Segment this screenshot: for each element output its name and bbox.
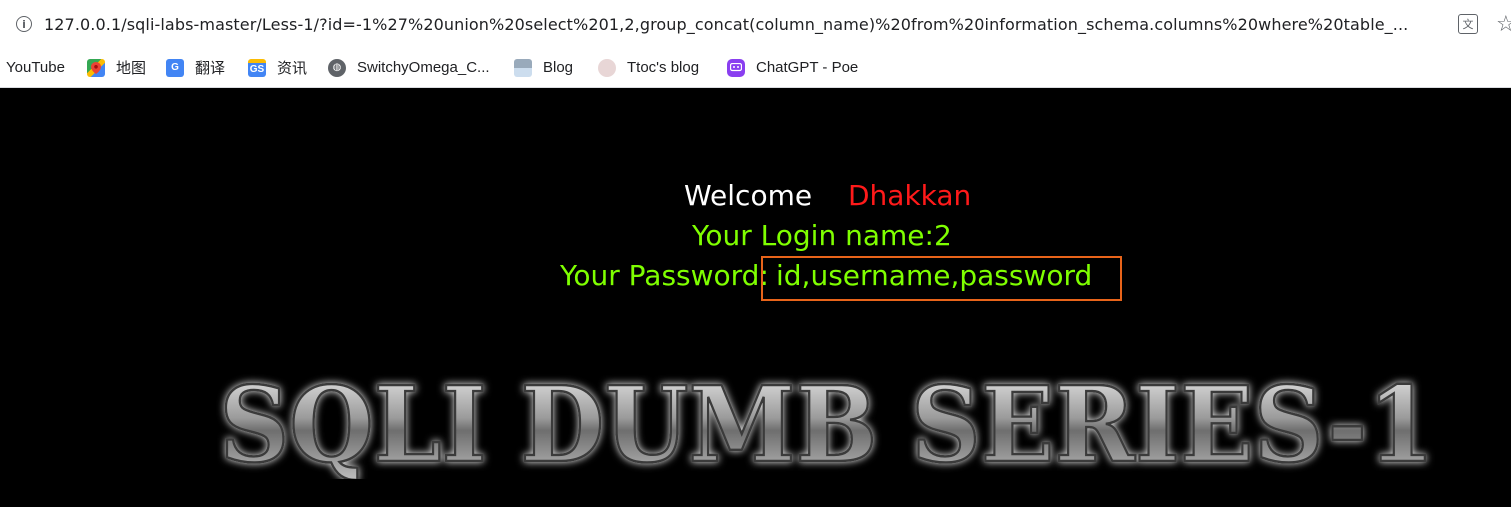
bookmark-chatgpt-poe[interactable]: ChatGPT - Poe	[727, 58, 859, 77]
maps-icon	[87, 58, 105, 77]
bookmark-news[interactable]: GS 资讯	[248, 57, 307, 78]
news-icon: GS	[248, 58, 266, 77]
bookmark-label: 资讯	[277, 60, 308, 77]
bookmark-ttoc-blog[interactable]: Ttoc's blog	[598, 58, 700, 77]
avatar-icon	[598, 58, 616, 77]
bookmark-label: 翻译	[195, 60, 226, 77]
bookmark-maps[interactable]: 地图	[87, 57, 146, 78]
translate-icon: G	[166, 58, 184, 77]
highlight-box	[761, 256, 1122, 301]
site-info-icon[interactable]: i	[16, 16, 32, 32]
page-content: Welcome Dhakkan Your Login name:2 Your P…	[0, 89, 1511, 507]
bookmark-youtube[interactable]: YouTube	[6, 59, 65, 76]
password-label: Your Password:	[560, 259, 769, 292]
url-field[interactable]: 127.0.0.1/sqli-labs-master/Less-1/?id=-1…	[44, 15, 1442, 34]
bookmark-translate[interactable]: G 翻译	[166, 57, 225, 78]
address-bar: i 127.0.0.1/sqli-labs-master/Less-1/?id=…	[0, 0, 1511, 48]
bookmark-label: Ttoc's blog	[627, 59, 700, 76]
globe-icon: ◍	[328, 58, 346, 77]
login-name-text: Your Login name:2	[692, 219, 952, 252]
bookmark-label: YouTube	[6, 59, 65, 76]
bookmark-label: 地图	[116, 60, 147, 77]
bookmark-label: ChatGPT - Poe	[756, 59, 859, 76]
bookmarks-bar: YouTube 地图 G 翻译 GS 资讯 ◍ SwitchyOmega_C..…	[0, 48, 1511, 88]
bookmark-blog[interactable]: Blog	[514, 58, 574, 77]
welcome-text: Welcome	[684, 179, 813, 212]
blog-icon	[514, 58, 532, 77]
sqli-dumb-series-banner: SQLI DUMB SERIES-1	[218, 369, 1436, 479]
star-icon[interactable]: ☆	[1496, 11, 1511, 37]
banner-text: SQLI DUMB SERIES-1	[220, 369, 1435, 479]
translate-icon[interactable]: 文	[1458, 14, 1478, 34]
bookmark-label: Blog	[543, 59, 574, 76]
user-name: Dhakkan	[848, 179, 972, 212]
poe-icon	[727, 58, 745, 77]
bookmark-switchyomega[interactable]: ◍ SwitchyOmega_C...	[328, 58, 490, 77]
bookmark-label: SwitchyOmega_C...	[357, 59, 490, 76]
